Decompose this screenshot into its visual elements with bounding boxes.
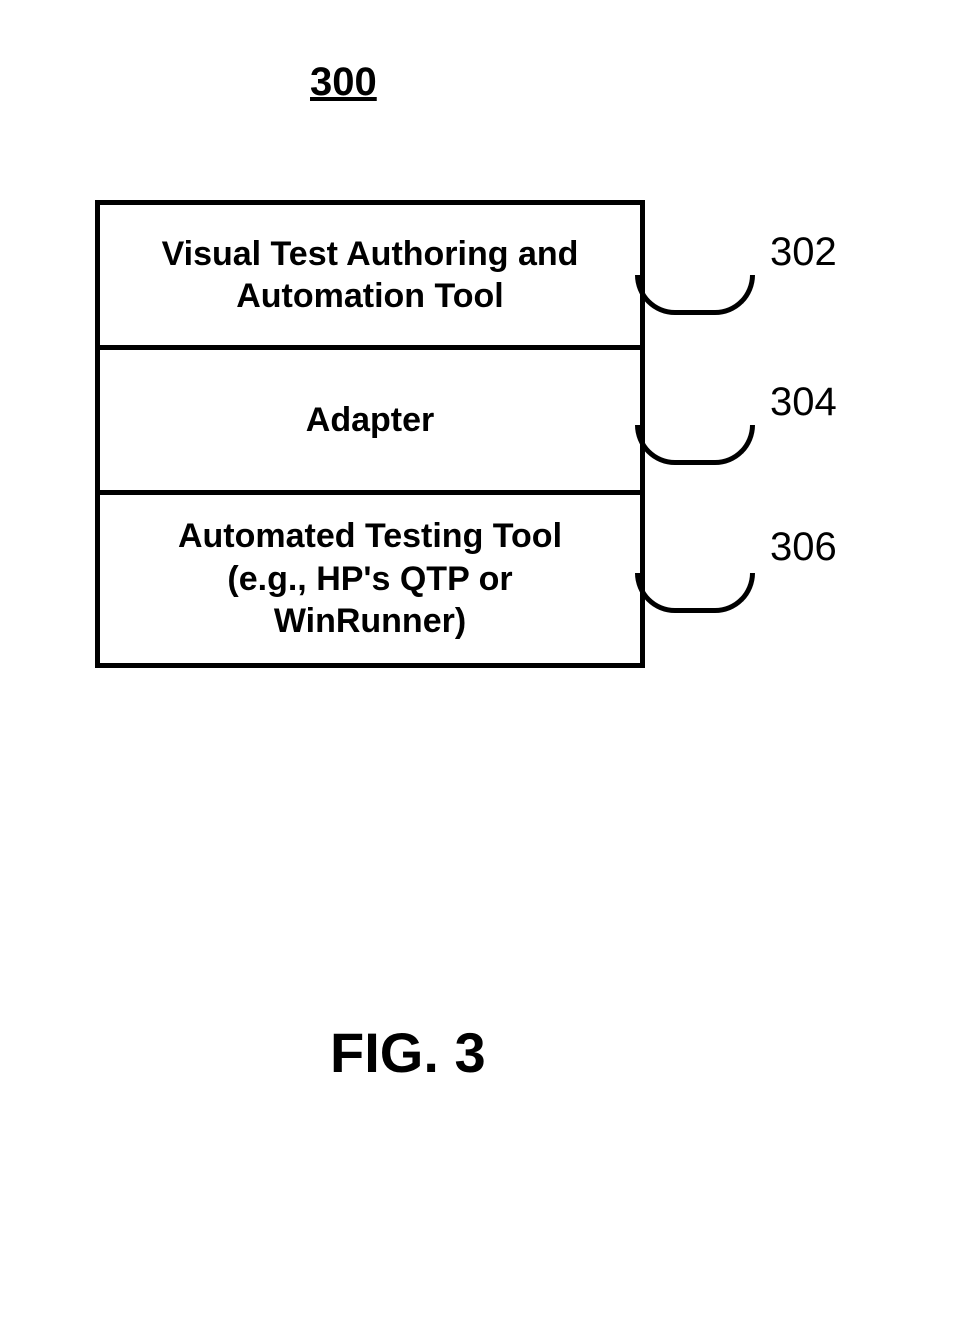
diagram-stack: Visual Test Authoring and Automation Too…	[95, 200, 645, 668]
callout-connector	[635, 275, 755, 315]
callout-connector	[635, 425, 755, 465]
box-automated-testing-tool: Automated Testing Tool (e.g., HP's QTP o…	[100, 495, 640, 663]
reference-306: 306	[660, 525, 837, 570]
figure-caption: FIG. 3	[330, 1020, 486, 1085]
reference-302: 302	[660, 230, 837, 275]
box-line: WinRunner)	[274, 600, 466, 643]
reference-label: 302	[770, 230, 837, 275]
reference-label: 306	[770, 525, 837, 570]
box-line: Automated Testing Tool	[178, 515, 562, 558]
box-line: Automation Tool	[236, 275, 504, 318]
box-visual-test-authoring: Visual Test Authoring and Automation Too…	[100, 205, 640, 350]
figure-number: 300	[310, 60, 377, 105]
reference-304: 304	[660, 380, 837, 425]
box-adapter: Adapter	[100, 350, 640, 495]
reference-label: 304	[770, 380, 837, 425]
box-line: Visual Test Authoring and	[162, 233, 579, 276]
box-line: (e.g., HP's QTP or	[227, 558, 512, 601]
box-line: Adapter	[306, 399, 434, 442]
callout-connector	[635, 573, 755, 613]
